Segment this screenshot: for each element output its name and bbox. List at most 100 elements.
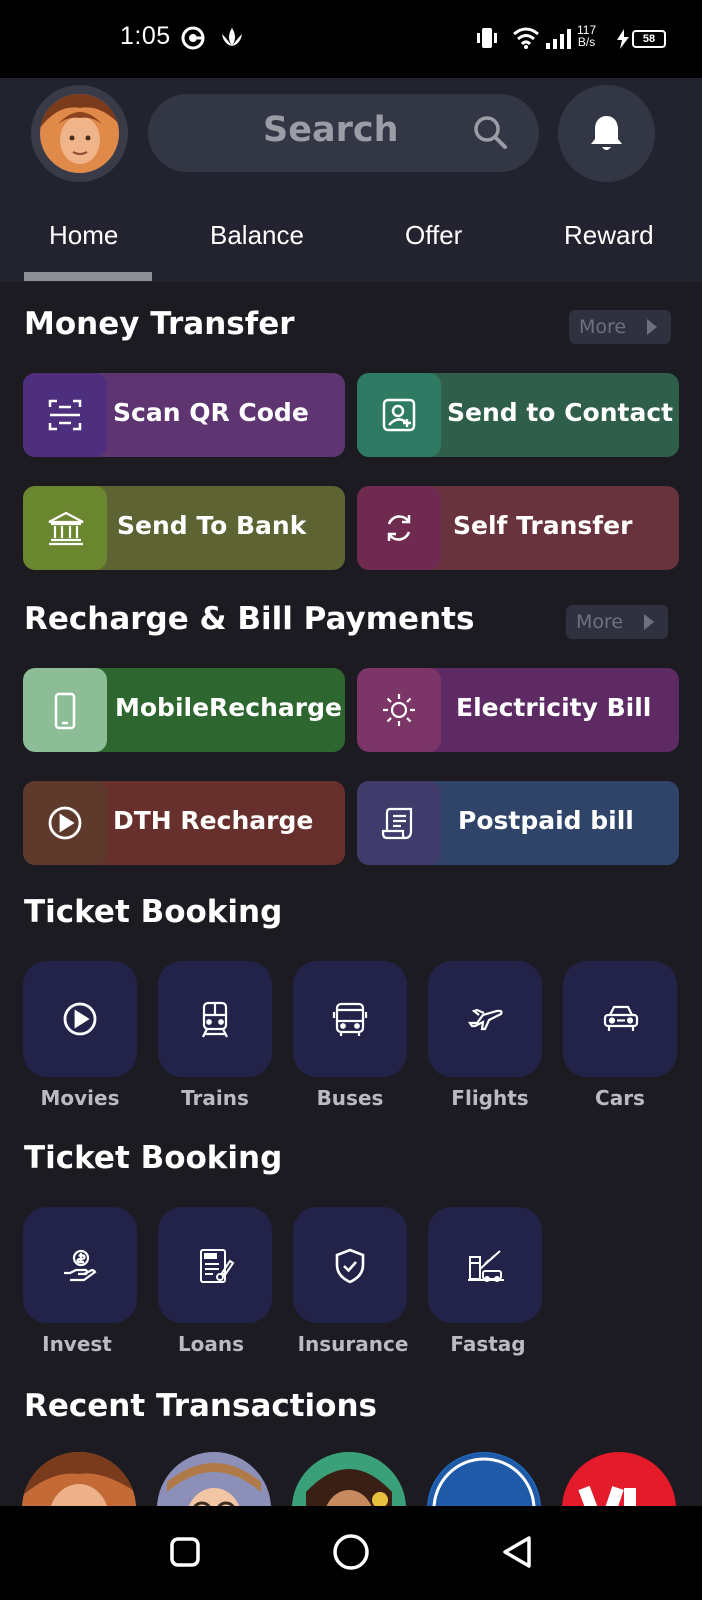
money-transfer-more-button[interactable]: More — [569, 310, 671, 344]
tile-cars-label: Cars — [595, 1086, 645, 1110]
tab-reward[interactable]: Reward — [564, 220, 654, 251]
scan-qr-label: Scan QR Code — [113, 398, 309, 427]
tile-invest-label: Invest — [42, 1332, 112, 1356]
tile-flights[interactable] — [428, 961, 542, 1077]
bus-icon — [332, 1002, 368, 1036]
ticket-booking-title: Ticket Booking — [24, 894, 283, 930]
profile-avatar-image — [40, 94, 119, 173]
network-speed-unit: B/s — [577, 35, 596, 49]
shield-check-icon — [335, 1248, 365, 1284]
back-button[interactable] — [500, 1534, 534, 1574]
tab-offer[interactable]: Offer — [405, 220, 462, 251]
dth-recharge-label: DTH Recharge — [113, 806, 314, 835]
profile-avatar[interactable] — [31, 85, 128, 182]
more-label: More — [576, 611, 624, 633]
system-nav-bar — [0, 1506, 702, 1600]
tile-flights-label: Flights — [451, 1086, 529, 1110]
dth-icon-box — [23, 781, 107, 865]
scan-qr-icon-box — [23, 373, 107, 457]
finance-title: Ticket Booking — [24, 1140, 283, 1176]
home-button[interactable] — [332, 1533, 370, 1575]
bank-icon-box — [23, 486, 107, 570]
tile-trains[interactable] — [158, 961, 272, 1077]
at-sign-icon — [180, 25, 206, 55]
mobile-icon-box — [23, 668, 107, 752]
tile-cars[interactable] — [563, 961, 677, 1077]
tab-balance[interactable]: Balance — [210, 220, 304, 251]
search-bar[interactable]: Search — [148, 94, 539, 172]
tile-loans-label: Loans — [177, 1332, 245, 1356]
refresh-icon — [387, 515, 411, 541]
recents-button[interactable] — [169, 1536, 201, 1572]
vibrate-icon — [474, 26, 500, 54]
postpaid-bill-button[interactable]: Postpaid bill — [357, 781, 679, 865]
send-to-contact-label: Send to Contact — [447, 398, 674, 427]
search-input[interactable]: Search — [263, 110, 399, 150]
network-speed: 117 B/s — [577, 24, 596, 48]
plane-icon — [467, 1008, 503, 1031]
tile-fastag[interactable] — [428, 1207, 542, 1323]
tile-buses[interactable] — [293, 961, 407, 1077]
play-circle-icon — [63, 1002, 97, 1036]
electricity-icon-box — [357, 668, 441, 752]
postpaid-icon-box — [357, 781, 441, 865]
notification-button[interactable] — [558, 85, 655, 182]
tile-fastag-label: Fastag — [450, 1332, 526, 1356]
tile-buses-label: Buses — [316, 1086, 384, 1110]
send-to-bank-label: Send To Bank — [117, 511, 307, 540]
electricity-bill-button[interactable]: Electricity Bill — [357, 668, 679, 752]
tile-insurance-label: Insurance — [297, 1332, 409, 1356]
send-to-bank-button[interactable]: Send To Bank — [23, 486, 345, 570]
postpaid-bill-label: Postpaid bill — [458, 806, 634, 835]
toll-icon — [468, 1250, 504, 1282]
receipt-icon — [381, 807, 413, 840]
money-transfer-title: Money Transfer — [24, 306, 295, 342]
wifi-icon — [512, 24, 540, 54]
self-transfer-icon-box — [357, 486, 441, 570]
status-bar: 1:05 117 B/s 58 — [0, 0, 702, 78]
chevron-right-icon — [644, 614, 654, 630]
contact-icon-box — [357, 373, 441, 457]
recent-transactions-title: Recent Transactions — [24, 1388, 378, 1424]
self-transfer-label: Self Transfer — [453, 511, 633, 540]
bank-icon — [48, 511, 84, 546]
invest-icon — [64, 1249, 97, 1282]
recharge-title: Recharge & Bill Payments — [24, 601, 475, 637]
tile-movies-label: Movies — [40, 1086, 120, 1110]
lotus-icon — [220, 26, 244, 52]
square-icon — [170, 1537, 200, 1567]
chevron-right-icon — [647, 319, 657, 335]
qr-scan-icon — [48, 399, 82, 431]
tab-home[interactable]: Home — [49, 220, 118, 251]
dth-recharge-button[interactable]: DTH Recharge — [23, 781, 345, 865]
car-icon — [603, 1005, 639, 1031]
mobile-recharge-label: MobileRecharge — [115, 693, 342, 722]
charging-icon — [616, 29, 630, 53]
contact-icon — [382, 398, 416, 432]
tile-trains-label: Trains — [181, 1086, 249, 1110]
sun-icon — [383, 694, 415, 726]
bell-icon — [591, 116, 622, 150]
scan-qr-button[interactable]: Scan QR Code — [23, 373, 345, 457]
tile-movies[interactable] — [23, 961, 137, 1077]
triangle-back-icon — [503, 1536, 531, 1568]
loan-icon — [200, 1249, 235, 1283]
status-time: 1:05 — [120, 22, 171, 50]
tile-invest[interactable] — [23, 1207, 137, 1323]
self-transfer-button[interactable]: Self Transfer — [357, 486, 679, 570]
mobile-recharge-button[interactable]: MobileRecharge — [23, 668, 345, 752]
circle-icon — [333, 1534, 369, 1570]
electricity-bill-label: Electricity Bill — [456, 693, 652, 722]
mobile-icon — [54, 692, 76, 730]
search-icon[interactable] — [472, 114, 508, 154]
more-label: More — [579, 316, 627, 338]
tab-bar: Home Balance Offer Reward — [0, 210, 702, 284]
send-to-contact-button[interactable]: Send to Contact — [357, 373, 679, 457]
train-icon — [202, 1001, 228, 1038]
tile-insurance[interactable] — [293, 1207, 407, 1323]
battery-indicator: 58 — [632, 30, 666, 48]
tile-loans[interactable] — [158, 1207, 272, 1323]
play-circle-icon — [48, 806, 82, 840]
recharge-more-button[interactable]: More — [566, 605, 668, 639]
signal-icon — [545, 28, 573, 54]
